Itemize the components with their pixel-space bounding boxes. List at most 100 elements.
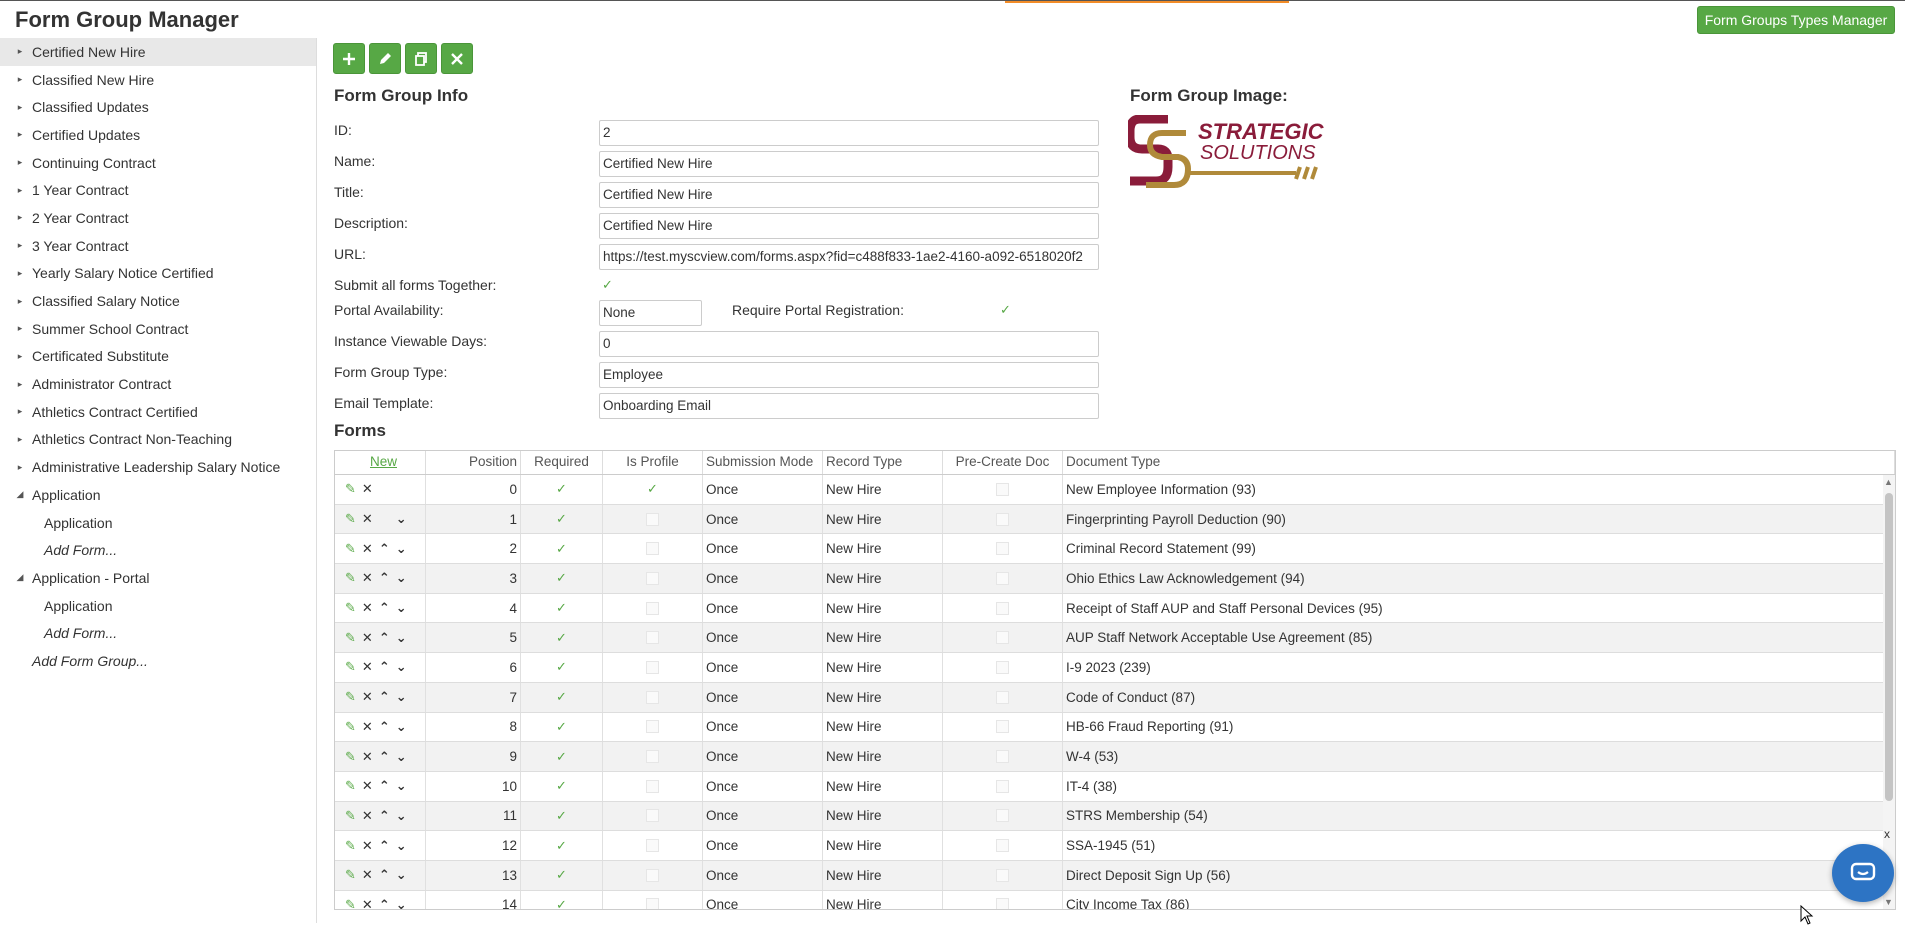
sidebar-item[interactable]: ▸ Classified Salary Notice (0, 287, 316, 315)
is-profile-checkbox[interactable] (603, 534, 703, 564)
delete-row-icon[interactable]: ✕ (362, 867, 373, 883)
sidebar-item[interactable]: ▸ Certified Updates (0, 121, 316, 149)
grid-scrollbar[interactable]: ▲ ▼ (1883, 475, 1895, 909)
caret-right-icon[interactable]: ▸ (0, 74, 32, 85)
sidebar-item[interactable]: ◢ Application - Portal (0, 564, 316, 592)
sidebar-item[interactable]: ▸ Administrator Contract (0, 370, 316, 398)
delete-row-icon[interactable]: ✕ (362, 600, 373, 616)
caret-right-icon[interactable]: ▸ (0, 212, 32, 223)
is-profile-checkbox[interactable] (603, 742, 703, 771)
chat-button[interactable] (1832, 844, 1894, 902)
delete-row-icon[interactable]: ✕ (362, 719, 373, 735)
caret-right-icon[interactable]: ▸ (0, 240, 32, 251)
caret-right-icon[interactable]: ▸ (0, 351, 32, 362)
required-checkbox[interactable]: ✓ (521, 653, 603, 682)
required-checkbox[interactable]: ✓ (521, 771, 603, 801)
delete-row-icon[interactable]: ✕ (362, 659, 373, 675)
pre-create-doc-checkbox[interactable] (943, 890, 1063, 909)
is-profile-checkbox[interactable] (603, 801, 703, 831)
sidebar-item[interactable]: ▸ 3 Year Contract (0, 232, 316, 260)
caret-right-icon[interactable]: ▸ (0, 268, 32, 279)
move-up-icon[interactable]: ⌃ (379, 630, 390, 646)
move-down-icon[interactable]: ⌄ (396, 630, 407, 646)
pre-create-doc-checkbox[interactable] (943, 712, 1063, 742)
delete-row-icon[interactable]: ✕ (362, 808, 373, 824)
move-down-icon[interactable]: ⌄ (396, 541, 407, 557)
form-group-type-select[interactable]: Employee (599, 362, 1099, 388)
move-up-icon[interactable]: ⌃ (379, 689, 390, 705)
sidebar-item[interactable]: ▸ 1 Year Contract (0, 176, 316, 204)
delete-row-icon[interactable]: ✕ (362, 689, 373, 705)
delete-row-icon[interactable]: ✕ (362, 541, 373, 557)
required-checkbox[interactable]: ✓ (521, 742, 603, 771)
move-up-icon[interactable]: ⌃ (379, 541, 390, 557)
required-checkbox[interactable]: ✓ (521, 564, 603, 593)
is-profile-checkbox[interactable] (603, 593, 703, 623)
new-form-link[interactable]: New (370, 454, 397, 471)
required-checkbox[interactable]: ✓ (521, 890, 603, 909)
delete-button[interactable] (441, 43, 473, 74)
edit-row-icon[interactable]: ✎ (345, 659, 356, 675)
url-field[interactable]: https://test.myscview.com/forms.aspx?fid… (599, 244, 1099, 270)
edit-row-icon[interactable]: ✎ (345, 778, 356, 794)
move-down-icon[interactable]: ⌄ (396, 838, 407, 854)
add-form-link[interactable]: Add Form... (0, 619, 316, 647)
delete-row-icon[interactable]: ✕ (362, 511, 373, 527)
move-up-icon[interactable]: ⌃ (379, 659, 390, 675)
pre-create-doc-checkbox[interactable] (943, 742, 1063, 771)
submission-mode-header[interactable]: Submission Mode (703, 451, 823, 474)
chat-close-icon[interactable]: x (1884, 827, 1890, 841)
add-form-link[interactable]: Add Form... (0, 536, 316, 564)
caret-right-icon[interactable]: ▸ (0, 462, 32, 473)
sidebar-item[interactable]: ▸ Classified New Hire (0, 66, 316, 94)
delete-row-icon[interactable]: ✕ (362, 897, 373, 909)
sidebar-item[interactable]: ◢ Application (0, 481, 316, 509)
edit-row-icon[interactable]: ✎ (345, 689, 356, 705)
required-checkbox[interactable]: ✓ (521, 504, 603, 534)
delete-row-icon[interactable]: ✕ (362, 481, 373, 497)
move-down-icon[interactable]: ⌄ (396, 511, 407, 527)
is-profile-header[interactable]: Is Profile (603, 451, 703, 474)
required-header[interactable]: Required (521, 451, 603, 474)
move-down-icon[interactable]: ⌄ (396, 867, 407, 883)
edit-row-icon[interactable]: ✎ (345, 838, 356, 854)
viewable-days-field[interactable]: 0 (599, 331, 1099, 357)
caret-down-icon[interactable]: ◢ (0, 489, 32, 500)
sidebar-item[interactable]: ▸ Continuing Contract (0, 149, 316, 177)
edit-button[interactable] (369, 43, 401, 74)
caret-right-icon[interactable]: ▸ (0, 185, 32, 196)
move-up-icon[interactable]: ⌃ (379, 719, 390, 735)
move-down-icon[interactable]: ⌄ (396, 897, 407, 909)
sidebar-item[interactable]: ▸ Yearly Salary Notice Certified (0, 260, 316, 288)
is-profile-checkbox[interactable]: ✓ (603, 475, 703, 504)
caret-right-icon[interactable]: ▸ (0, 406, 32, 417)
required-checkbox[interactable]: ✓ (521, 534, 603, 564)
move-down-icon[interactable]: ⌄ (396, 749, 407, 765)
require-registration-checkbox[interactable]: ✓ (1000, 302, 1011, 318)
pre-create-doc-checkbox[interactable] (943, 593, 1063, 623)
edit-row-icon[interactable]: ✎ (345, 570, 356, 586)
delete-row-icon[interactable]: ✕ (362, 570, 373, 586)
required-checkbox[interactable]: ✓ (521, 593, 603, 623)
edit-row-icon[interactable]: ✎ (345, 867, 356, 883)
sidebar-item[interactable]: ▸ Certified New Hire (0, 38, 316, 66)
name-field[interactable]: Certified New Hire (599, 151, 1099, 177)
portal-availability-select[interactable]: None (599, 300, 702, 326)
move-down-icon[interactable]: ⌄ (396, 689, 407, 705)
delete-row-icon[interactable]: ✕ (362, 778, 373, 794)
id-field[interactable]: 2 (599, 120, 1099, 146)
sidebar-item[interactable]: ▸ Athletics Contract Certified (0, 398, 316, 426)
edit-row-icon[interactable]: ✎ (345, 897, 356, 909)
required-checkbox[interactable]: ✓ (521, 475, 603, 504)
sidebar-item[interactable]: ▸ Summer School Contract (0, 315, 316, 343)
pre-create-doc-checkbox[interactable] (943, 623, 1063, 653)
caret-right-icon[interactable]: ▸ (0, 46, 32, 57)
move-up-icon[interactable]: ⌃ (379, 897, 390, 909)
is-profile-checkbox[interactable] (603, 831, 703, 860)
move-down-icon[interactable]: ⌄ (396, 778, 407, 794)
delete-row-icon[interactable]: ✕ (362, 749, 373, 765)
move-up-icon[interactable]: ⌃ (379, 600, 390, 616)
delete-row-icon[interactable]: ✕ (362, 838, 373, 854)
pre-create-doc-checkbox[interactable] (943, 564, 1063, 593)
edit-row-icon[interactable]: ✎ (345, 630, 356, 646)
